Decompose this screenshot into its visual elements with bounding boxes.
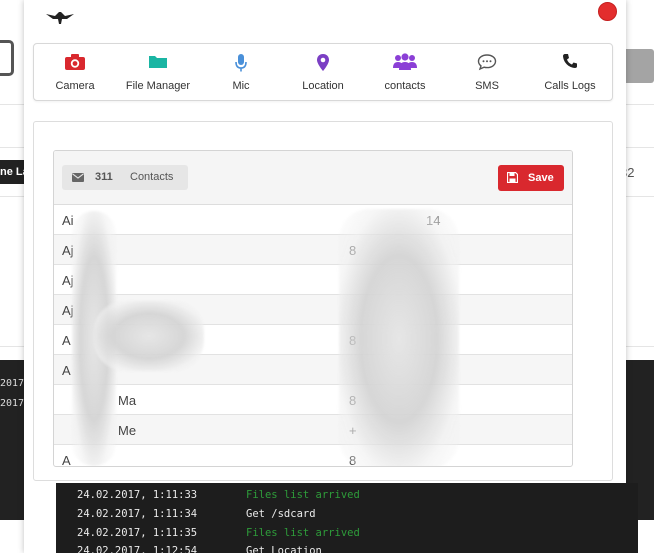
contact-name: Ma [118, 393, 137, 408]
console-line: 24.02.2017, 1:11:34 Get /sdcard [77, 508, 316, 520]
users-icon [393, 53, 417, 70]
console-message: Get Location [246, 545, 322, 553]
camera-icon [65, 54, 85, 70]
contacts-count-badge: 311 Contacts [62, 165, 188, 190]
console-line: 24.02.2017, 1:12:54 Get Location [77, 545, 322, 553]
nav-item-location[interactable]: Location [282, 44, 364, 100]
console-timestamp: 24.02.2017, 1:11:35 [77, 527, 198, 539]
event-console: 24.02.2017, 1:11:33 Files list arrived 2… [56, 483, 638, 553]
table-row[interactable]: Ai 14 [54, 205, 572, 235]
nav-label-location: Location [302, 80, 344, 92]
redaction-blur [94, 301, 204, 371]
nav-item-mic[interactable]: Mic [200, 44, 282, 100]
nav-item-camera[interactable]: Camera [34, 44, 116, 100]
console-line: 24.02.2017, 1:11:33 Files list arrived [77, 489, 360, 501]
table-row[interactable]: Me + [54, 415, 572, 445]
nav-item-contacts[interactable]: contacts [364, 44, 446, 100]
table-row[interactable]: Aj 8 [54, 235, 572, 265]
contact-name: A [62, 453, 71, 467]
contact-name: A [62, 363, 71, 378]
folder-icon [149, 56, 167, 68]
nav-item-file-manager[interactable]: File Manager [116, 44, 200, 100]
background-checkbox [0, 40, 14, 76]
console-message: Files list arrived [246, 489, 360, 501]
redaction-blur [339, 209, 459, 466]
floppy-disk-icon [507, 172, 518, 183]
nav-label-sms: SMS [475, 80, 499, 92]
nav-item-calls-logs[interactable]: Calls Logs [528, 44, 612, 100]
location-icon [317, 54, 329, 71]
table-row[interactable]: Ma 8 [54, 385, 572, 415]
save-button[interactable]: Save [498, 165, 564, 191]
contacts-header: 311 Contacts Save [54, 151, 572, 205]
contacts-table: 311 Contacts Save Ai 14 Aj 8 [53, 150, 573, 467]
background-label: ne La [0, 160, 26, 184]
contact-name: Me [118, 423, 137, 438]
nav-label-contacts: contacts [384, 80, 426, 92]
close-button[interactable] [598, 2, 617, 21]
device-modal: Camera File Manager Mic Location contact… [24, 0, 638, 553]
console-line: 24.02.2017, 1:11:35 Files list arrived [77, 527, 360, 539]
table-row[interactable]: A 8 [54, 445, 572, 467]
console-timestamp: 24.02.2017, 1:11:33 [77, 489, 198, 501]
console-timestamp: 24.02.2017, 1:11:34 [77, 508, 198, 520]
envelope-icon [72, 173, 84, 182]
mic-icon [235, 54, 247, 72]
nav-label-mic: Mic [232, 80, 250, 92]
save-label: Save [528, 172, 554, 184]
contact-name: Ai [62, 213, 74, 228]
nav-item-sms[interactable]: SMS [446, 44, 528, 100]
nav-label-calls-logs: Calls Logs [544, 80, 596, 92]
console-message: Files list arrived [246, 527, 360, 539]
contacts-count-label: Contacts [130, 171, 174, 183]
contacts-count: 311 [95, 171, 113, 183]
phone-icon [563, 54, 577, 68]
contact-name: A [62, 333, 71, 348]
table-row[interactable]: Aj [54, 265, 572, 295]
bird-logo-icon [46, 12, 74, 24]
nav-label-camera: Camera [55, 80, 95, 92]
feature-nav: Camera File Manager Mic Location contact… [33, 43, 613, 101]
console-message: Get /sdcard [246, 508, 316, 520]
console-timestamp: 24.02.2017, 1:12:54 [77, 545, 198, 553]
nav-label-file-manager: File Manager [125, 80, 191, 92]
chat-icon [477, 54, 497, 71]
